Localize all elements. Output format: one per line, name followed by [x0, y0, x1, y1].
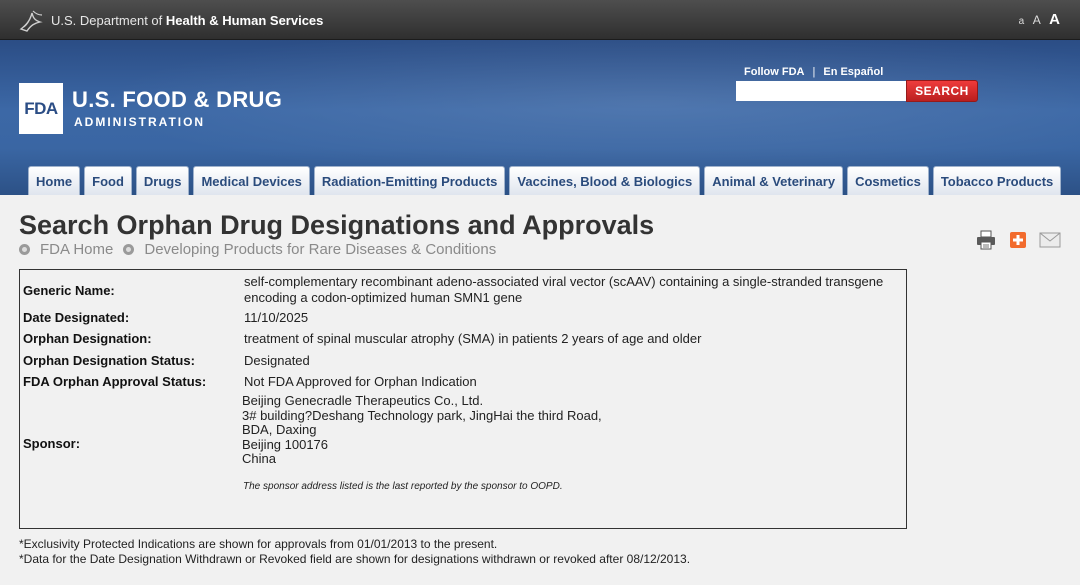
nav-tab-home[interactable]: Home — [28, 166, 81, 195]
hhs-prefix: U.S. Department of — [51, 13, 166, 28]
sponsor-line: China — [242, 451, 276, 467]
generic-name-label: Generic Name: — [23, 283, 115, 298]
agency-subtitle: ADMINISTRATION — [74, 115, 206, 129]
search-input[interactable] — [736, 81, 906, 101]
text-size-large-button[interactable]: A — [1049, 11, 1060, 28]
en-espanol-link[interactable]: En Español — [823, 66, 883, 78]
follow-fda-link[interactable]: Follow FDA — [744, 66, 805, 78]
sponsor-label: Sponsor: — [23, 436, 81, 451]
nav-tab-drugs[interactable]: Drugs — [135, 166, 190, 195]
page-title: Search Orphan Drug Designations and Appr… — [19, 210, 655, 240]
designation-status-label: Orphan Designation Status: — [23, 353, 195, 368]
approval-status-value: Not FDA Approved for Orphan Indication — [244, 374, 477, 389]
breadcrumb-rare-diseases[interactable]: Developing Products for Rare Diseases & … — [144, 241, 496, 258]
nav-tab-medical-devices[interactable]: Medical Devices — [193, 166, 310, 195]
hhs-name: Health & Human Services — [165, 13, 324, 28]
generic-name-line1: self-complementary recombinant adeno-ass… — [244, 274, 884, 289]
approval-status-label: FDA Orphan Approval Status: — [23, 374, 207, 389]
orphan-designation-value: treatment of spinal muscular atrophy (SM… — [244, 331, 702, 346]
email-icon[interactable] — [1039, 230, 1061, 250]
nav-tab-cosmetics[interactable]: Cosmetics — [847, 166, 929, 195]
text-size-small-button[interactable]: a — [1019, 16, 1025, 27]
hhs-eagle-icon[interactable] — [18, 7, 44, 33]
sponsor-line: 3# building?Deshang Technology park, Jin… — [242, 407, 602, 423]
generic-name-value: self-complementary recombinant adeno-ass… — [244, 274, 883, 306]
print-icon[interactable] — [975, 230, 997, 250]
breadcrumb: FDA Home Developing Products for Rare Di… — [19, 241, 506, 258]
sponsor-address-note: The sponsor address listed is the last r… — [243, 481, 563, 492]
designation-status-value: Designated — [244, 353, 310, 368]
utility-separator: | — [812, 66, 816, 78]
hhs-top-bar: U.S. Department of Health & Human Servic… — [0, 0, 1080, 40]
text-size-medium-button[interactable]: A — [1033, 13, 1041, 27]
add-share-icon[interactable] — [1007, 230, 1029, 250]
utility-links: Follow FDA | En Español — [744, 66, 883, 78]
text-size-controls: a A A — [1015, 11, 1060, 29]
date-designated-value: 11/10/2025 — [244, 310, 309, 325]
nav-tab-food[interactable]: Food — [84, 166, 132, 195]
generic-name-line2: encoding a codon-optimized human SMN1 ge… — [244, 290, 523, 305]
sponsor-line: Beijing Genecradle Therapeutics Co., Ltd… — [242, 393, 484, 408]
nav-tab-animal-veterinary[interactable]: Animal & Veterinary — [704, 166, 844, 195]
fda-logo[interactable]: FDA — [19, 83, 63, 134]
main-nav: Home Food Drugs Medical Devices Radiatio… — [28, 166, 1065, 195]
search-button[interactable]: SEARCH — [906, 80, 978, 102]
nav-tab-tobacco-products[interactable]: Tobacco Products — [932, 166, 1062, 195]
date-designated-label: Date Designated: — [23, 310, 130, 325]
footnote-withdrawn: *Data for the Date Designation Withdrawn… — [19, 552, 691, 566]
breadcrumb-fda-home[interactable]: FDA Home — [40, 241, 113, 258]
nav-tab-vaccines-blood-biologics[interactable]: Vaccines, Blood & Biologics — [509, 166, 701, 195]
sponsor-line: BDA, Daxing — [242, 422, 317, 438]
footnote-exclusivity: *Exclusivity Protected Indications are s… — [19, 537, 498, 551]
breadcrumb-bullet-icon — [123, 244, 135, 255]
nav-tab-radiation-emitting-products[interactable]: Radiation-Emitting Products — [313, 166, 506, 195]
hhs-department-link[interactable]: U.S. Department of Health & Human Servic… — [51, 13, 323, 28]
sponsor-line: Beijing 100176 — [242, 436, 329, 452]
page-tools — [975, 230, 1071, 250]
agency-name[interactable]: U.S. FOOD & DRUG — [72, 87, 282, 113]
orphan-designation-label: Orphan Designation: — [23, 331, 152, 346]
fda-masthead: FDA U.S. FOOD & DRUG ADMINISTRATION Foll… — [0, 40, 1080, 195]
sponsor-address: Beijing Genecradle Therapeutics Co., Ltd… — [242, 393, 602, 467]
breadcrumb-bullet-icon — [19, 244, 30, 255]
